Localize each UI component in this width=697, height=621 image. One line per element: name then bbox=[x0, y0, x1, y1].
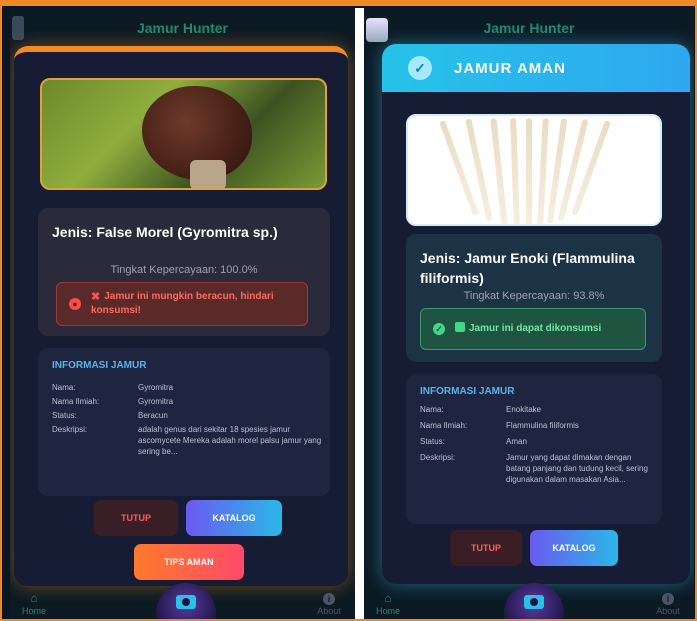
warning-text: ✖ Jamur ini mungkin beracun, hindari kons… bbox=[91, 291, 274, 316]
camera-icon bbox=[524, 595, 544, 609]
safe-result-header: ✓ JAMUR AMAN bbox=[382, 44, 690, 92]
nav-camera[interactable] bbox=[504, 583, 564, 619]
x-mark-icon: ✖ bbox=[91, 291, 101, 303]
confidence-level: Tingkat Kepercayaan: 93.8% bbox=[463, 290, 605, 302]
mushroom-info-card: INFORMASI JAMUR Nama: Enokitake Nama Ilmi… bbox=[406, 374, 662, 524]
home-icon: ⌂ bbox=[30, 591, 38, 605]
app-header-title: Jamur Hunter bbox=[136, 20, 229, 36]
nav-home[interactable]: ⌂ Home bbox=[368, 591, 408, 617]
identification-card: Jenis: Jamur Enoki (Flammulina filiformi… bbox=[406, 234, 662, 362]
result-title: JAMUR AMAN bbox=[454, 59, 566, 77]
safe-text: Jamur ini dapat dikonsumsi bbox=[455, 322, 601, 336]
info-row-status: Status: Aman bbox=[420, 437, 527, 446]
info-row-description: Deskripsi: adalah genus dari sekitar 18 s… bbox=[52, 425, 322, 456]
morel-stem-image bbox=[190, 160, 226, 188]
mushroom-photo bbox=[40, 78, 327, 190]
screen-divider bbox=[355, 8, 364, 619]
result-modal: Jenis: False Morel (Gyromitra sp.) Tingk… bbox=[14, 46, 348, 586]
result-modal: ✓ JAMUR AMAN Jenis: Jamur Enoki (Flammul… bbox=[382, 44, 690, 584]
nav-camera[interactable] bbox=[156, 583, 216, 619]
info-row-name: Nama: Gyromitra bbox=[52, 383, 174, 392]
safe-alert: ✓ Jamur ini dapat dikonsumsi bbox=[420, 308, 646, 350]
nav-about[interactable]: i About bbox=[309, 593, 349, 617]
home-icon: ⌂ bbox=[384, 591, 392, 605]
info-row-status: Status: Beracun bbox=[52, 411, 168, 420]
top-accent-bar bbox=[2, 2, 697, 6]
camera-icon bbox=[176, 595, 196, 609]
info-icon: i bbox=[323, 593, 335, 605]
info-row-name: Nama: Enokitake bbox=[420, 405, 542, 414]
mushroom-photo bbox=[406, 114, 662, 226]
info-row-scientific-name: Nama Ilmiah: Gyromitra bbox=[52, 397, 174, 406]
check-circle-icon: ✓ bbox=[433, 323, 445, 335]
safety-tips-button[interactable]: TIPS AMAN bbox=[134, 544, 244, 580]
toxic-warning-alert: ● ✖ Jamur ini mungkin beracun, hindari ko… bbox=[56, 282, 308, 326]
bottom-navigation: ⌂ Home i About bbox=[364, 583, 694, 619]
confidence-level: Tingkat Kepercayaan: 100.0% bbox=[110, 264, 258, 276]
phone-screen-toxic: Jamur Hunter Jenis: False Morel (Gyromit… bbox=[10, 8, 355, 619]
app-header-title: Jamur Hunter bbox=[483, 20, 575, 36]
close-button[interactable]: TUTUP bbox=[94, 500, 178, 536]
info-icon: i bbox=[662, 593, 674, 605]
nav-about[interactable]: i About bbox=[648, 593, 688, 617]
info-row-description: Deskripsi: Jamur yang dapat dimakan denga… bbox=[420, 453, 648, 484]
catalog-button[interactable]: KATALOG bbox=[530, 530, 618, 566]
info-section-title: INFORMASI JAMUR bbox=[420, 386, 515, 397]
catalog-button[interactable]: KATALOG bbox=[186, 500, 282, 536]
checkbox-icon bbox=[455, 322, 465, 332]
info-section-title: INFORMASI JAMUR bbox=[52, 360, 147, 371]
species-name: Jenis: Jamur Enoki (Flammulina filiformi… bbox=[420, 250, 635, 286]
screenshot-frame: Jamur Hunter Jenis: False Morel (Gyromit… bbox=[0, 0, 697, 621]
identification-card: Jenis: False Morel (Gyromitra sp.) Tingk… bbox=[38, 208, 330, 336]
info-row-scientific-name: Nama Ilmiah: Flammulina filiformis bbox=[420, 421, 579, 430]
bottom-navigation: ⌂ Home i About bbox=[10, 583, 355, 619]
close-button[interactable]: TUTUP bbox=[450, 530, 522, 566]
mushroom-info-card: INFORMASI JAMUR Nama: Gyromitra Nama Ilmi… bbox=[38, 348, 330, 496]
check-icon: ✓ bbox=[408, 56, 432, 80]
warning-circle-icon: ● bbox=[69, 298, 81, 310]
species-name: Jenis: False Morel (Gyromitra sp.) bbox=[52, 224, 278, 240]
nav-home[interactable]: ⌂ Home bbox=[14, 591, 54, 617]
phone-screen-safe: Jamur Hunter ✓ JAMUR AMAN Jenis: Jamur E… bbox=[364, 8, 694, 619]
